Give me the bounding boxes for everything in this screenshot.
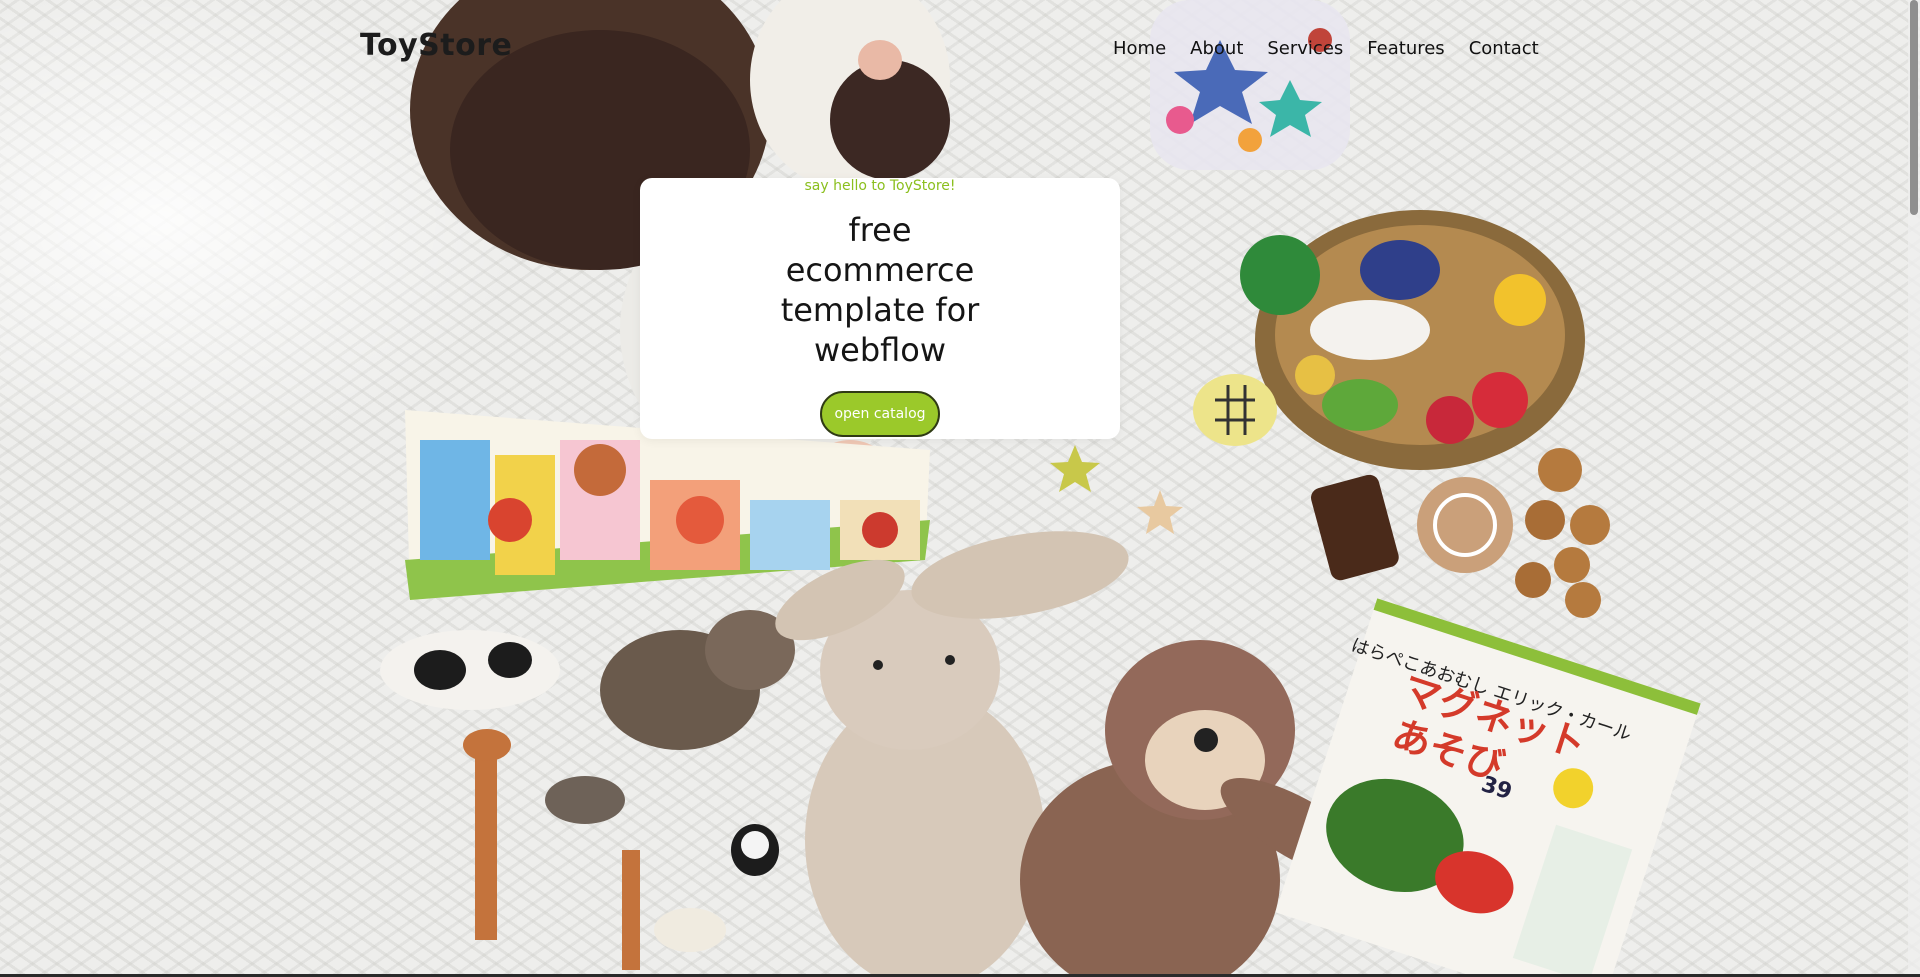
hero-tagline: say hello to ToyStore! (804, 178, 956, 194)
felt-food-basket (1193, 210, 1585, 470)
brand-logo[interactable]: ToyStore (360, 28, 512, 63)
wood-star (1137, 490, 1183, 534)
hero-background: はらぺこあおむし エリック・カール マグネット あそび 39 ToyStore … (0, 0, 1920, 977)
nav-services[interactable]: Services (1267, 38, 1343, 59)
toy-animals (380, 610, 795, 970)
open-catalog-button[interactable]: open catalog (820, 391, 940, 437)
scrollbar-thumb[interactable] (1910, 0, 1918, 215)
star-jar (1150, 0, 1350, 170)
hero-headline: free ecommerce template for webflow (780, 211, 980, 369)
hero-photo: はらぺこあおむし エリック・カール マグネット あそび 39 (380, 0, 1701, 977)
main-nav: Home About Services Features Contact (1113, 38, 1563, 59)
cookies (1311, 448, 1610, 618)
scrollbar-track[interactable] (1908, 0, 1920, 977)
hero-card: say hello to ToyStore! free ecommerce te… (640, 178, 1120, 439)
nav-contact[interactable]: Contact (1469, 38, 1539, 59)
nav-home[interactable]: Home (1113, 38, 1166, 59)
nav-about[interactable]: About (1190, 38, 1243, 59)
nav-features[interactable]: Features (1367, 38, 1444, 59)
felt-star (1050, 445, 1100, 492)
